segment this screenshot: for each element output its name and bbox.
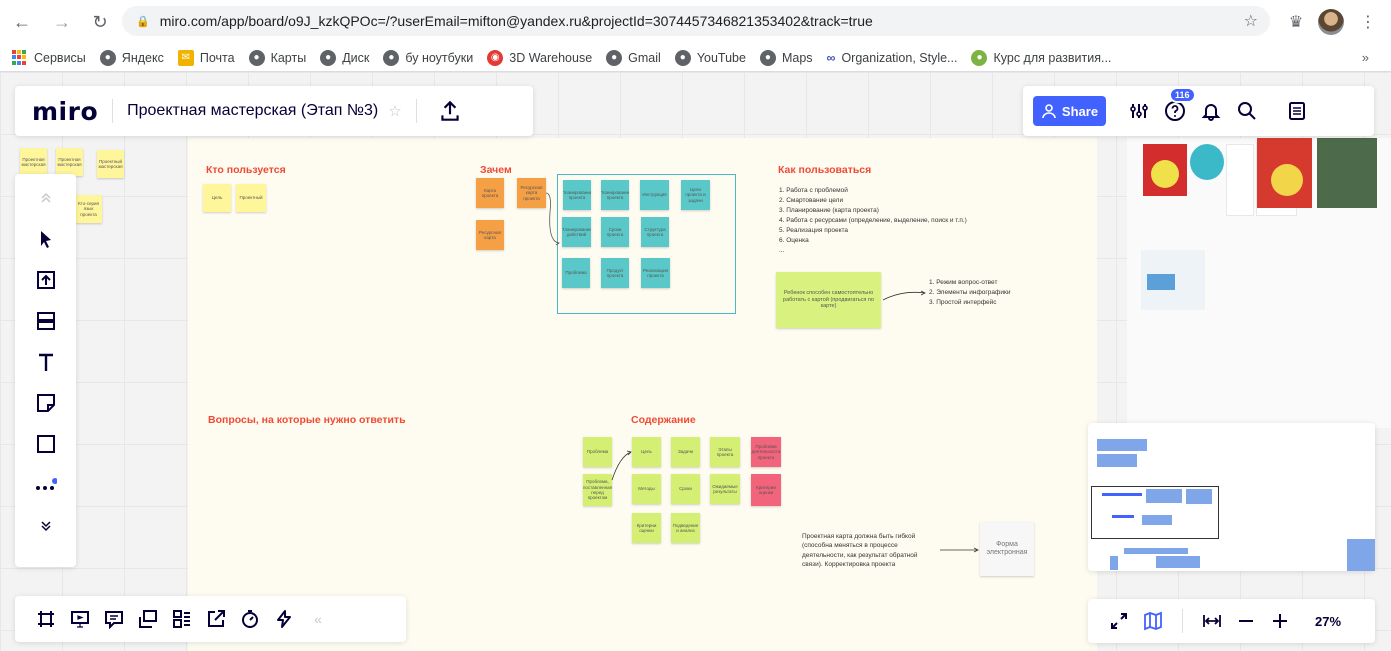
bookmark-yandex[interactable]: ● Яндекс <box>99 49 164 66</box>
chrome-menu-icon[interactable]: ⋮ <box>1356 10 1380 34</box>
bookmark-star-icon[interactable]: ☆ <box>1244 11 1258 31</box>
select-cursor-icon[interactable] <box>26 219 66 259</box>
bookmark-maps-ru[interactable]: ● Карты <box>248 49 306 66</box>
minimap-block <box>1156 556 1200 568</box>
bookmark-maps[interactable]: ● Maps <box>759 49 813 66</box>
chevron-down-icon[interactable] <box>26 506 66 546</box>
notification-badge: 116 <box>1169 87 1196 103</box>
shape-tool-icon[interactable] <box>26 424 66 464</box>
infinity-icon: ∞ <box>826 50 836 65</box>
text-tool-icon[interactable] <box>26 342 66 382</box>
bookmark-course[interactable]: ● Курс для развития... <box>971 49 1111 66</box>
divider <box>415 99 417 123</box>
miro-logo[interactable]: miro <box>32 97 98 126</box>
board-header-toolbar: miro Проектная мастерская (Этап №3) ☆ <box>15 86 533 136</box>
minimap-block <box>1146 489 1182 503</box>
globe-icon: ● <box>674 49 691 66</box>
user-icon <box>1042 104 1056 119</box>
fullscreen-icon[interactable] <box>1102 604 1136 638</box>
fit-width-icon[interactable] <box>1195 604 1229 638</box>
reload-icon[interactable]: ↻ <box>86 8 114 36</box>
export-icon[interactable] <box>199 602 233 636</box>
collaboration-toolbar: Share 116 <box>1023 86 1374 136</box>
minimap-block <box>1142 515 1172 525</box>
comments-icon[interactable] <box>97 602 131 636</box>
forward-arrow-icon[interactable]: → <box>48 8 76 36</box>
browser-toolbar: ← → ↻ 🔒 miro.com/app/board/o9J_kzkQPOc=/… <box>0 0 1391 44</box>
bookmark-organization[interactable]: ∞ Organization, Style... <box>827 51 958 65</box>
zoom-toolbar: 27% <box>1088 599 1375 643</box>
kanban-icon[interactable] <box>165 602 199 636</box>
globe-icon: ● <box>248 49 265 66</box>
mail-icon: ✉ <box>177 49 194 66</box>
apps-lightning-icon[interactable] <box>267 602 301 636</box>
extensions-puzzle-icon[interactable]: ♛ <box>1284 10 1308 34</box>
lock-icon: 🔒 <box>136 15 150 28</box>
zoom-out-icon[interactable] <box>1229 604 1263 638</box>
bookmark-mail[interactable]: ✉ Почта <box>177 49 235 66</box>
minimap-block <box>1112 515 1134 518</box>
globe-icon: ● <box>99 49 116 66</box>
bottom-tools-toolbar: « <box>15 596 406 642</box>
bookmark-disk[interactable]: ● Диск <box>320 49 369 66</box>
frames-icon[interactable] <box>29 602 63 636</box>
minimap-block <box>1186 489 1212 504</box>
bookmark-gmail[interactable]: ● Gmail <box>606 49 661 66</box>
bell-icon[interactable] <box>1196 96 1226 126</box>
minimap-block <box>1102 493 1142 496</box>
globe-icon: ● <box>320 49 337 66</box>
minimap-block <box>1124 548 1188 554</box>
bookmark-youtube[interactable]: ● YouTube <box>674 49 746 66</box>
apps-grid-icon <box>12 49 28 66</box>
sticky-note-icon[interactable] <box>26 383 66 423</box>
upload-icon[interactable] <box>437 98 463 124</box>
back-arrow-icon[interactable]: ← <box>8 8 36 36</box>
minimap-block <box>1347 539 1375 571</box>
more-tools-icon[interactable] <box>26 465 66 505</box>
upload-frame-icon[interactable] <box>26 260 66 300</box>
address-bar[interactable]: 🔒 miro.com/app/board/o9J_kzkQPOc=/?userE… <box>122 6 1270 36</box>
presentation-icon[interactable] <box>63 602 97 636</box>
help-icon[interactable]: 116 <box>1160 87 1196 126</box>
bookmarks-bar: Сервисы ● Яндекс ✉ Почта ● Карты ● Диск ● бу … <box>0 44 1391 72</box>
minimap-block <box>1097 454 1137 467</box>
globe-icon: ● <box>759 49 776 66</box>
bookmark-3d-warehouse[interactable]: ◉ 3D Warehouse <box>487 49 592 66</box>
timer-icon[interactable] <box>233 602 267 636</box>
star-icon[interactable]: ☆ <box>388 102 401 120</box>
board-menu-icon[interactable] <box>1282 96 1312 126</box>
collapse-left-icon[interactable]: « <box>301 602 335 636</box>
course-icon: ● <box>971 49 988 66</box>
share-button[interactable]: Share <box>1033 96 1106 126</box>
zoom-in-icon[interactable] <box>1263 604 1297 638</box>
map-icon[interactable] <box>1136 604 1170 638</box>
bookmark-used-laptops[interactable]: ● бу ноутбуки <box>383 49 473 66</box>
divider <box>1182 609 1183 633</box>
board-title[interactable]: Проектная мастерская (Этап №3) <box>127 102 378 120</box>
templates-icon[interactable] <box>26 301 66 341</box>
cards-icon[interactable] <box>131 602 165 636</box>
chevron-up-icon[interactable] <box>26 178 66 218</box>
minimap[interactable] <box>1088 423 1375 571</box>
profile-avatar[interactable] <box>1318 9 1344 35</box>
minimap-block <box>1097 439 1147 451</box>
minimap-block <box>1110 556 1118 570</box>
more-bookmarks-icon[interactable]: » <box>1362 50 1369 65</box>
url-text: miro.com/app/board/o9J_kzkQPOc=/?userEma… <box>159 13 873 29</box>
globe-icon: ● <box>606 49 623 66</box>
warehouse-icon: ◉ <box>487 49 504 66</box>
search-icon[interactable] <box>1232 96 1262 126</box>
zoom-level[interactable]: 27% <box>1315 614 1341 629</box>
miro-board-canvas[interactable]: Проектная мастерская Проектная мастерска… <box>0 72 1391 651</box>
creation-toolbar <box>15 174 76 567</box>
bookmark-services[interactable]: Сервисы <box>12 49 86 66</box>
divider <box>112 99 114 123</box>
globe-icon: ● <box>383 49 400 66</box>
settings-sliders-icon[interactable] <box>1124 96 1154 126</box>
